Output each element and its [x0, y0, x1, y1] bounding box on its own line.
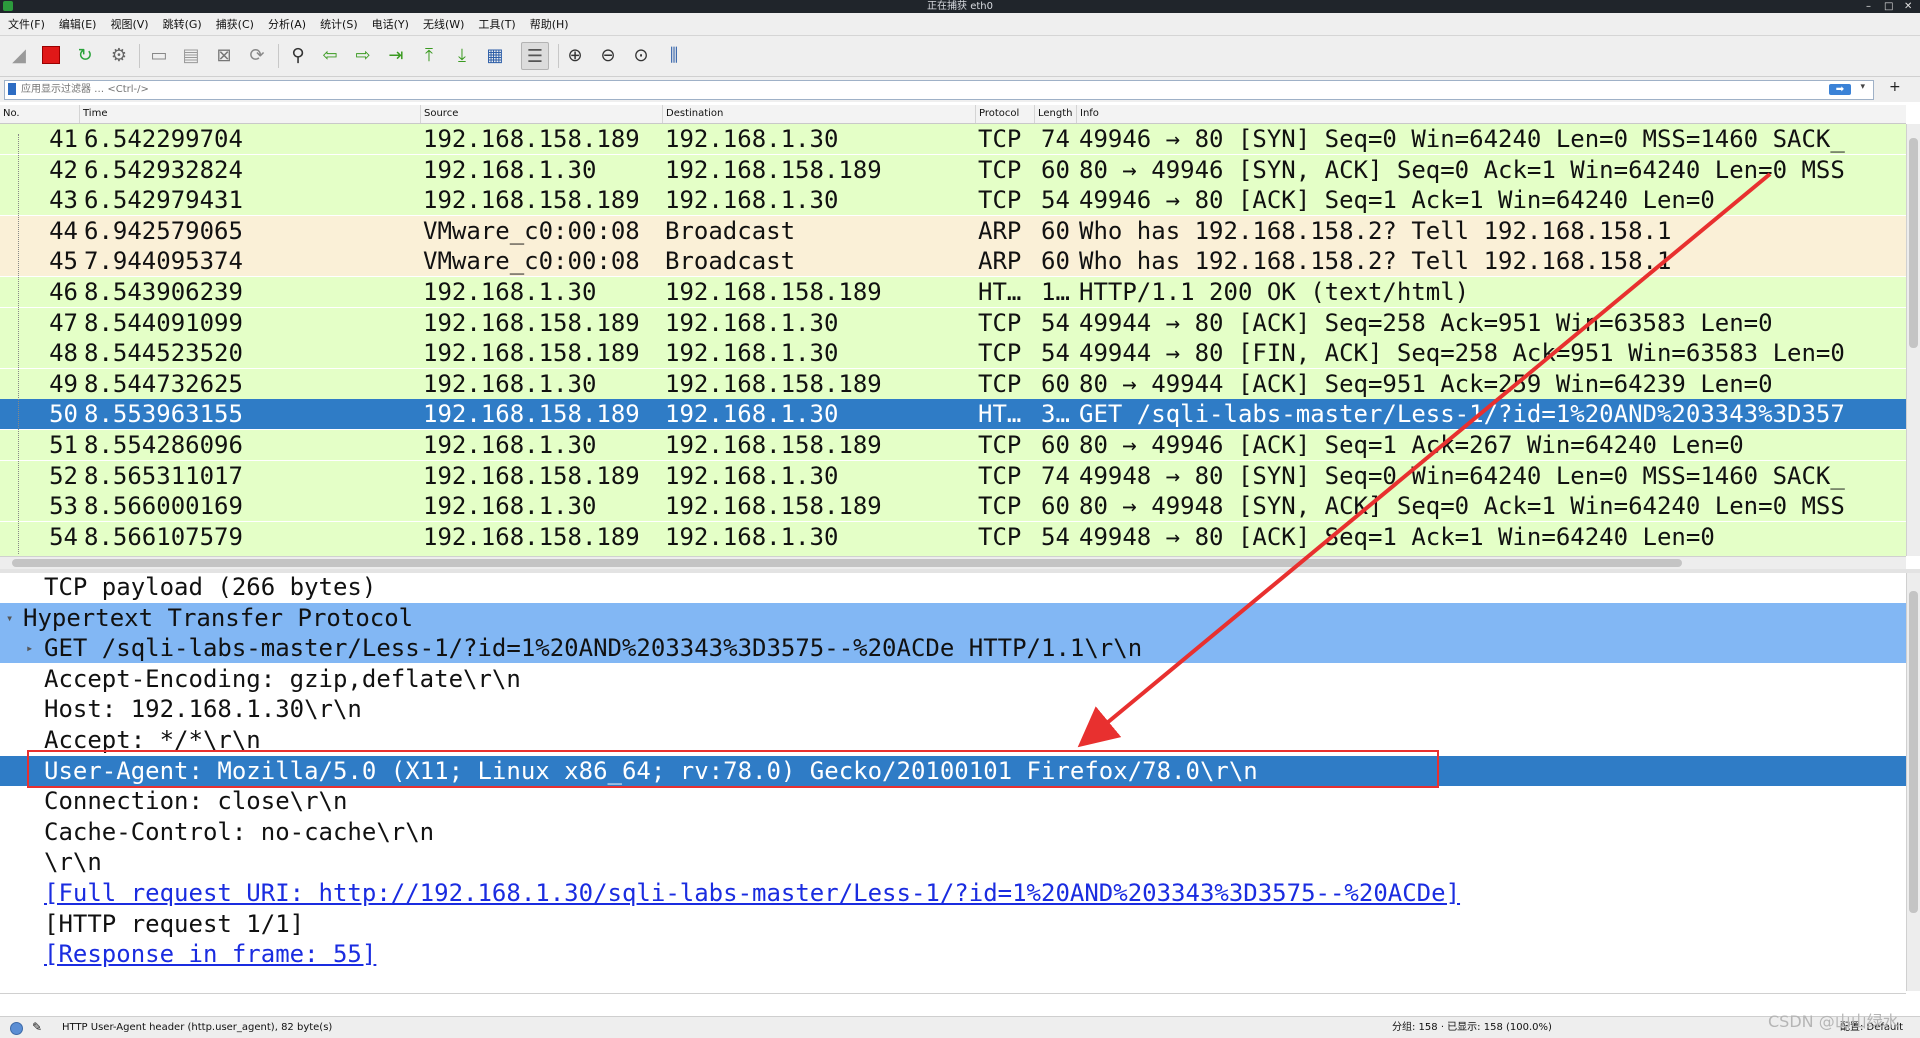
- packet-bytes-pane: [0, 993, 1906, 1014]
- status-field-info: HTTP User-Agent header (http.user_agent)…: [62, 1022, 333, 1033]
- status-bar: ✎ HTTP User-Agent header (http.user_agen…: [0, 1016, 1920, 1038]
- annotation-arrow: [1077, 172, 1772, 748]
- status-packet-count: 分组: 158 · 已显示: 158 (100.0%): [1392, 1022, 1552, 1033]
- watermark: CSDN @山山绿水: [1768, 1012, 1899, 1031]
- capture-comment-icon[interactable]: ✎: [32, 1017, 42, 1038]
- expert-info-icon[interactable]: [10, 1022, 23, 1035]
